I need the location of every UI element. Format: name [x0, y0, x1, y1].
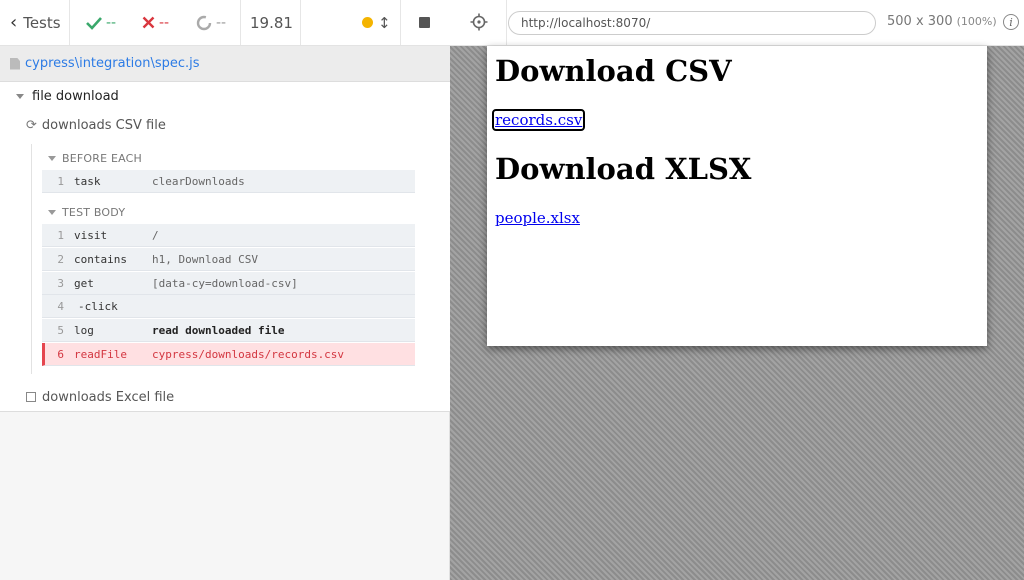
command-number: 3 [57, 276, 64, 290]
refresh-icon: ⟳ [26, 117, 37, 133]
command-number: 1 [57, 174, 64, 188]
divider [506, 0, 507, 45]
command-number: 6 [57, 347, 64, 361]
suite-title-label: file download [32, 88, 119, 104]
passed-stat: -- [86, 0, 116, 45]
command-name: task [74, 174, 101, 188]
divider [400, 0, 401, 45]
test-title-label: downloads CSV file [41, 117, 166, 133]
viewport-info: 500 x 300 (100%) [887, 14, 997, 29]
hook-title-label: BEFORE EACH [62, 151, 143, 165]
hook-title-test-body[interactable]: TEST BODY [48, 204, 125, 220]
hook-title-label: TEST BODY [62, 205, 126, 219]
caret-down-icon [48, 155, 56, 161]
command-name: -click [78, 299, 118, 313]
command-message: clearDownloads [152, 174, 245, 188]
command-row-failed[interactable]: 6 readFile cypress/downloads/records.csv [42, 343, 415, 366]
command-row[interactable]: 2 contains h1, Download CSV [42, 248, 415, 271]
running-indicator [362, 0, 373, 45]
spec-path-link[interactable]: cypress\integration\spec.js [25, 56, 200, 71]
spec-bar: cypress\integration\spec.js [0, 46, 450, 82]
circle-notch-icon [196, 15, 212, 30]
command-number: 5 [57, 323, 64, 337]
command-row-child[interactable]: 4 -click [42, 295, 415, 318]
runnables-list: file download ⟳ downloads CSV file BEFOR… [0, 82, 450, 412]
heading-download-xlsx: Download XLSX [495, 152, 752, 186]
info-icon[interactable]: i [1003, 14, 1019, 30]
viewport-scale: (100%) [956, 15, 997, 28]
heading-download-csv: Download CSV [495, 54, 732, 88]
command-name: visit [74, 228, 108, 242]
command-row[interactable]: 3 get [data-cy=download-csv] [42, 272, 415, 295]
command-number: 1 [57, 228, 64, 242]
suite-title[interactable]: file download [16, 86, 119, 106]
passed-count: -- [106, 14, 117, 31]
command-number: 2 [57, 252, 64, 266]
command-message: [data-cy=download-csv] [152, 276, 298, 290]
tests-button-label: Tests [23, 13, 61, 32]
caret-down-icon [48, 209, 56, 215]
pending-stat: -- [196, 0, 226, 45]
command-name: readFile [74, 347, 127, 361]
aut-header: 500 x 300(100%) i [450, 0, 1024, 46]
failed-stat: -- [142, 0, 169, 45]
test-title-label: downloads Excel file [42, 389, 175, 405]
square-icon [26, 392, 36, 402]
crosshair-icon[interactable] [470, 13, 488, 31]
caret-down-icon [16, 93, 24, 99]
divider [240, 0, 241, 45]
aut-stage: Download CSV records.csv Download XLSX p… [450, 46, 1024, 580]
command-name: log [74, 323, 94, 337]
chevron-left-icon: ‹ [10, 12, 18, 33]
auto-scroll-toggle[interactable]: ↕ [378, 0, 391, 45]
command-row[interactable]: 1 visit / [42, 224, 415, 247]
aut-iframe: Download CSV records.csv Download XLSX p… [487, 46, 987, 346]
command-row[interactable]: 1 task clearDownloads [42, 170, 415, 193]
check-icon [86, 16, 102, 30]
command-message: read downloaded file [152, 323, 285, 337]
failed-count: -- [159, 14, 170, 31]
stats-header: ‹ Tests -- -- -- 19.81 ↕ [0, 0, 450, 46]
duration: 19.81 [250, 13, 293, 32]
reporter-panel: ‹ Tests -- -- -- 19.81 ↕ cypress\integra… [0, 0, 450, 580]
command-name: get [74, 276, 94, 290]
command-message: cypress/downloads/records.csv [152, 347, 345, 361]
hook-title-before-each[interactable]: BEFORE EACH [48, 150, 142, 166]
command-message: / [152, 228, 159, 242]
test-title-pending[interactable]: downloads Excel file [26, 387, 174, 407]
running-dot-icon [362, 17, 373, 28]
x-icon [142, 16, 155, 29]
link-people-xlsx[interactable]: people.xlsx [495, 209, 580, 227]
stop-icon [419, 17, 430, 28]
stop-button[interactable] [419, 0, 430, 45]
pending-count: -- [216, 14, 227, 31]
command-number: 4 [57, 299, 64, 313]
command-message: h1, Download CSV [152, 252, 258, 266]
test-hooks: BEFORE EACH 1 task clearDownloads TEST B… [31, 144, 421, 374]
command-name: contains [74, 252, 127, 266]
viewport-size: 500 x 300 [887, 14, 953, 29]
link-records-csv[interactable]: records.csv [491, 109, 586, 131]
divider [69, 0, 70, 45]
url-input[interactable] [508, 11, 876, 35]
file-icon [10, 57, 20, 70]
arrows-vertical-icon: ↕ [378, 13, 391, 32]
test-title-running[interactable]: ⟳ downloads CSV file [26, 115, 166, 135]
tests-button[interactable]: ‹ Tests [10, 0, 61, 45]
command-row[interactable]: 5 log read downloaded file [42, 319, 415, 342]
divider [300, 0, 301, 45]
